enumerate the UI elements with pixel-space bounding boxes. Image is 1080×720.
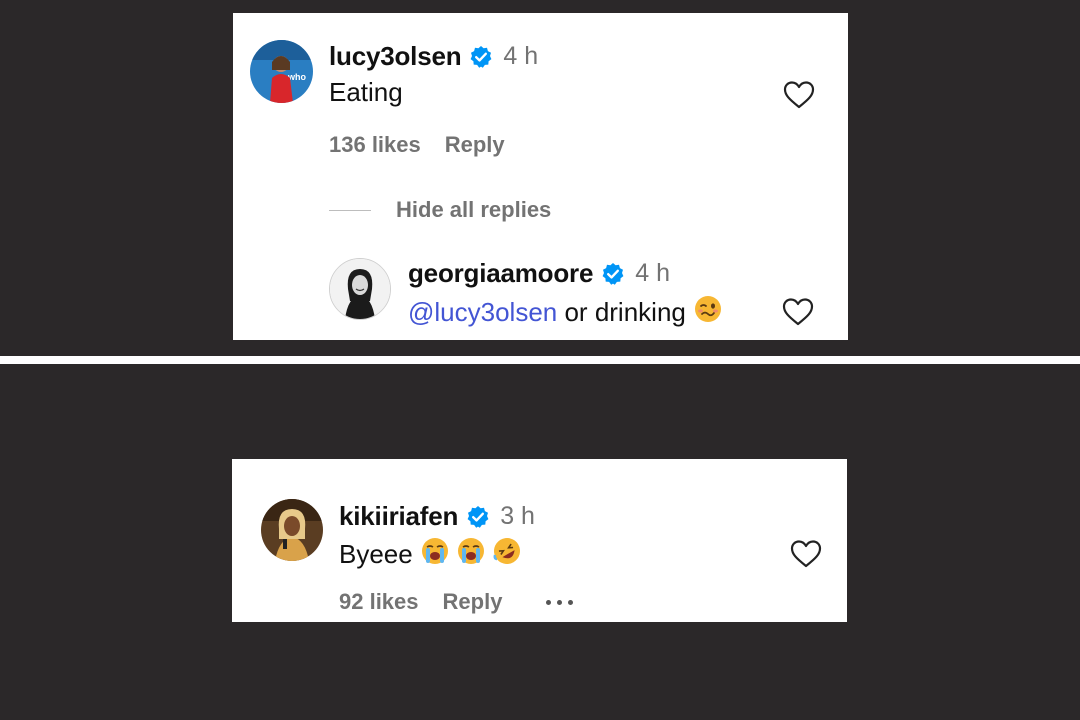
like-heart-icon[interactable]: [783, 80, 815, 115]
mention-link[interactable]: @lucy3olsen: [408, 297, 557, 328]
avatar-kikiiriafen[interactable]: [261, 499, 323, 561]
comment-timestamp: 3 h: [500, 502, 535, 530]
likes-count[interactable]: 136 likes: [329, 132, 421, 158]
likes-count[interactable]: 92 likes: [339, 589, 419, 615]
rolling-on-floor-laughing-emoji: [493, 537, 521, 572]
reply-username[interactable]: georgiaamoore: [408, 258, 593, 289]
comment-text: Eating: [329, 77, 403, 107]
like-heart-icon[interactable]: [790, 539, 822, 574]
reply-button[interactable]: Reply: [443, 589, 503, 615]
reply-timestamp: 4 h: [635, 259, 670, 287]
image-divider: [0, 356, 1080, 364]
comment-username[interactable]: lucy3olsen: [329, 41, 462, 72]
hide-replies-toggle[interactable]: Hide all replies: [329, 197, 551, 223]
avatar-lucy3olsen[interactable]: who: [250, 40, 313, 103]
comment-card-top: who lucy3olsen 4 h Eating 136 likes Repl…: [233, 13, 848, 340]
loudly-crying-face-emoji: [457, 537, 485, 572]
loudly-crying-face-emoji: [421, 537, 449, 572]
like-heart-icon[interactable]: [782, 297, 814, 332]
hide-replies-label: Hide all replies: [396, 197, 552, 222]
woozy-face-emoji: [694, 295, 722, 330]
reply-button[interactable]: Reply: [445, 132, 505, 158]
replies-line-divider: [329, 209, 371, 211]
comment-card-bottom: kikiiriafen 3 h Byeee 92 likes Reply: [232, 459, 847, 622]
reply-text: @lucy3olsen or drinking: [408, 295, 722, 330]
verified-badge-icon: [469, 45, 493, 69]
more-horizontal-icon[interactable]: [546, 599, 574, 605]
verified-badge-icon: [601, 262, 625, 286]
verified-badge-icon: [466, 505, 490, 529]
comment-timestamp: 4 h: [503, 42, 539, 70]
comment-text: Byeee: [339, 537, 521, 572]
avatar-georgiaamoore[interactable]: [329, 258, 391, 320]
reply-body-text: or drinking: [557, 297, 686, 327]
comment-body-text: Byeee: [339, 539, 413, 569]
comment-username[interactable]: kikiiriafen: [339, 501, 458, 532]
